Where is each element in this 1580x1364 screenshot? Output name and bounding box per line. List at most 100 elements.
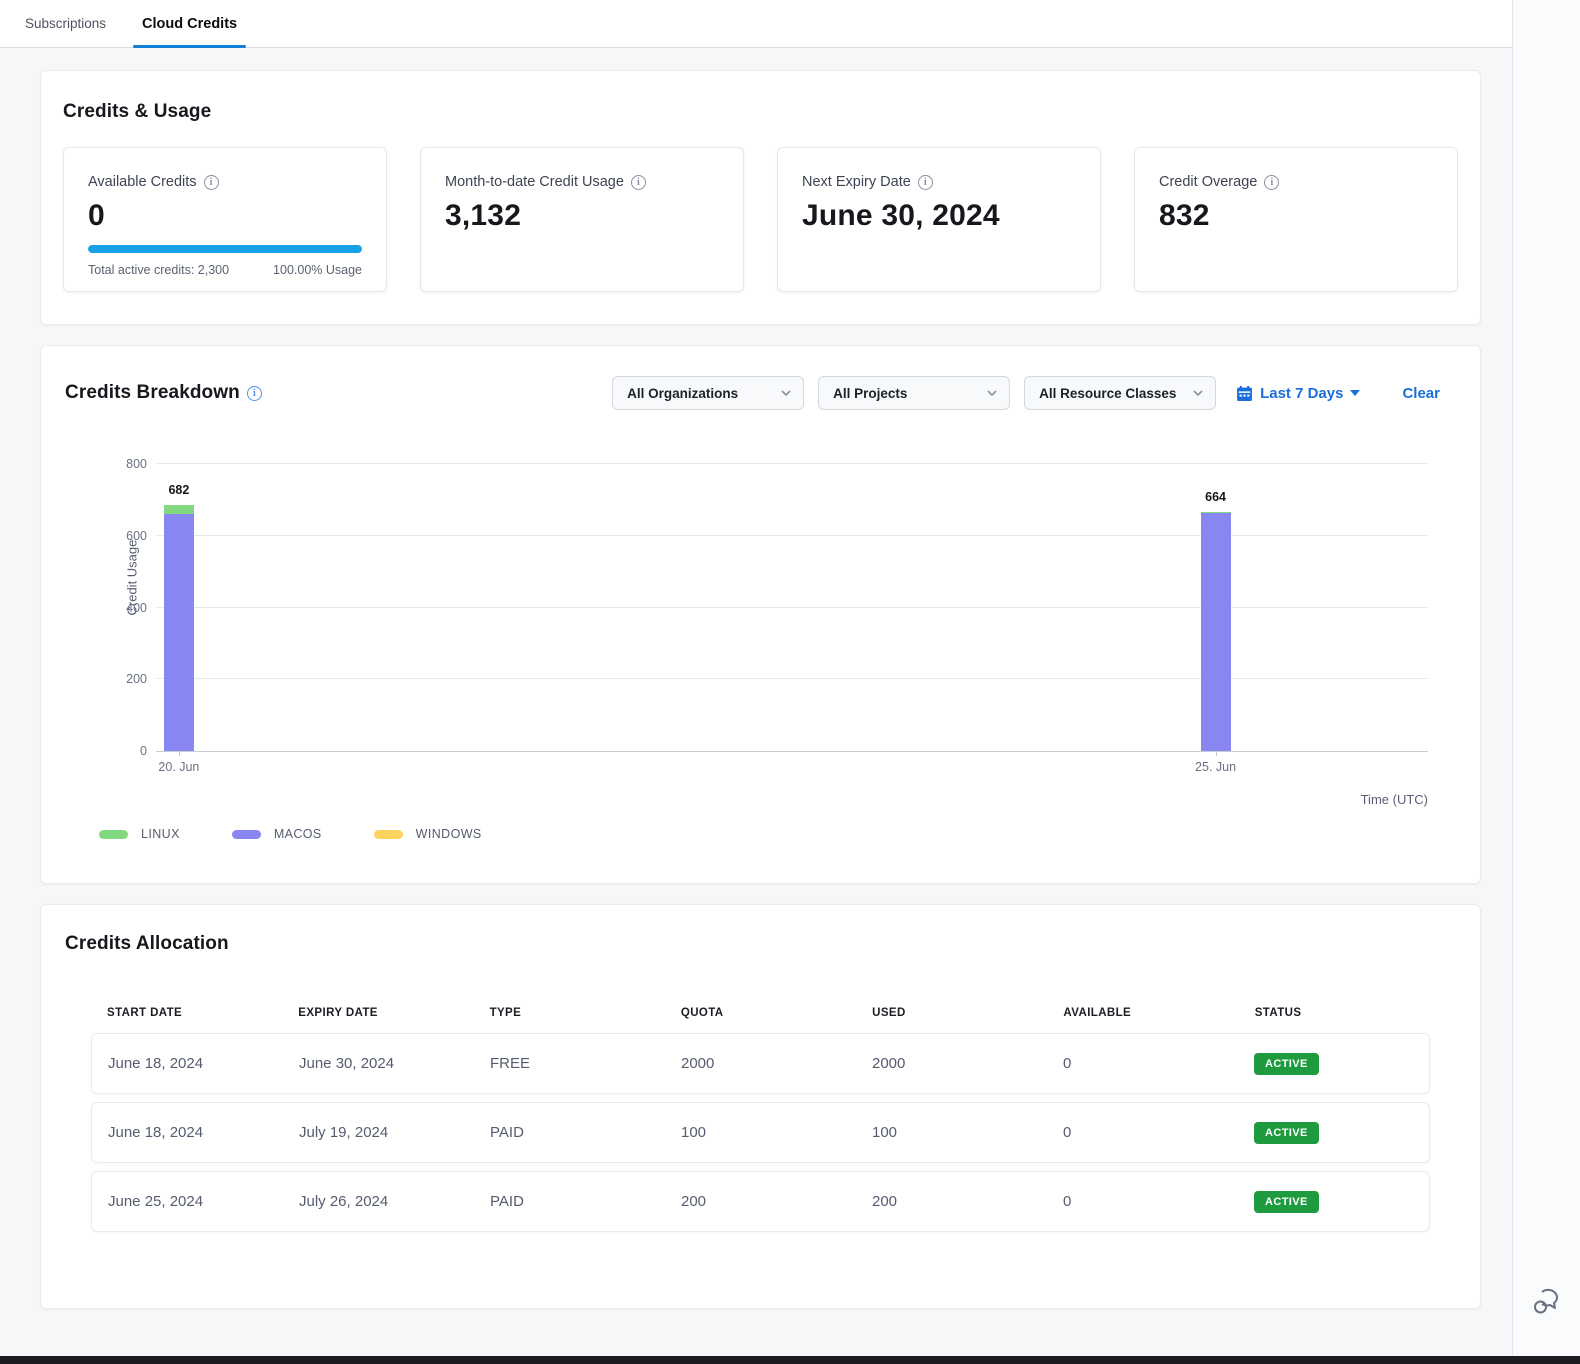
stat-card-value: 0 bbox=[88, 199, 362, 233]
column-header-used: USED bbox=[856, 1007, 1047, 1019]
info-icon[interactable]: i bbox=[631, 175, 646, 190]
chart-y-tick-label: 400 bbox=[126, 601, 147, 615]
allocation-table-body: June 18, 2024June 30, 2024FREE200020000A… bbox=[91, 1033, 1430, 1232]
chart-x-tick-mark bbox=[1216, 751, 1217, 756]
legend-label: LINUX bbox=[141, 827, 180, 841]
cell-expiry-date: June 30, 2024 bbox=[283, 1055, 474, 1072]
stat-card-footer: Total active credits: 2,300 100.00% Usage bbox=[88, 263, 362, 277]
legend-item-macos[interactable]: MACOS bbox=[232, 827, 322, 841]
stat-card-available-credits: Available Creditsi 0 Total active credits:… bbox=[63, 147, 387, 292]
credits-usage-panel: Credits & Usage Available Creditsi 0 Total… bbox=[40, 70, 1481, 325]
chart-y-tick-label: 0 bbox=[140, 744, 147, 758]
credits-breakdown-title: Credits Breakdown bbox=[65, 382, 240, 404]
legend-item-linux[interactable]: LINUX bbox=[99, 827, 180, 841]
caret-down-icon bbox=[1350, 390, 1360, 396]
projects-select[interactable]: All Projects bbox=[818, 376, 1010, 410]
chart-bar-20-jun: 682 bbox=[164, 505, 194, 751]
cell-available: 0 bbox=[1047, 1193, 1238, 1210]
info-icon[interactable]: i bbox=[918, 175, 933, 190]
info-icon[interactable]: i bbox=[204, 175, 219, 190]
chart-x-tick-label: 25. Jun bbox=[1195, 760, 1236, 774]
cell-status: ACTIVE bbox=[1238, 1191, 1429, 1213]
cell-type: PAID bbox=[474, 1124, 665, 1141]
allocation-table-header: START DATEEXPIRY DATETYPEQUOTAUSEDAVAILA… bbox=[91, 1007, 1430, 1033]
credits-breakdown-panel: Credits Breakdown i All Organizations Al… bbox=[40, 345, 1481, 884]
cell-quota: 2000 bbox=[665, 1055, 856, 1072]
legend-swatch bbox=[232, 830, 261, 839]
progress-fill bbox=[88, 245, 362, 253]
date-range-picker[interactable]: Last 7 Days bbox=[1236, 385, 1360, 402]
status-badge: ACTIVE bbox=[1254, 1191, 1319, 1213]
allocation-table: START DATEEXPIRY DATETYPEQUOTAUSEDAVAILA… bbox=[91, 1007, 1430, 1232]
stat-card-label: Next Expiry Datei bbox=[802, 174, 1076, 190]
cell-start-date: June 18, 2024 bbox=[92, 1055, 283, 1072]
chart-bar-value-label: 682 bbox=[168, 483, 189, 497]
resource-classes-select-value: All Resource Classes bbox=[1039, 386, 1176, 401]
table-row: June 18, 2024June 30, 2024FREE200020000A… bbox=[91, 1033, 1430, 1094]
chart-x-axis-title: Time (UTC) bbox=[65, 792, 1428, 807]
credits-allocation-title: Credits Allocation bbox=[65, 933, 1456, 955]
stat-card-value: 3,132 bbox=[445, 199, 719, 233]
chevron-down-icon bbox=[987, 388, 997, 398]
chart-bar-25-jun: 664 bbox=[1201, 512, 1231, 751]
chart-y-tick-label: 800 bbox=[126, 457, 147, 471]
window-bottom-edge bbox=[0, 1356, 1580, 1364]
cell-used: 2000 bbox=[856, 1055, 1047, 1072]
column-header-status: STATUS bbox=[1239, 1007, 1430, 1019]
credits-usage-title: Credits & Usage bbox=[63, 101, 1458, 123]
stat-card-next-expiry-date: Next Expiry DateiJune 30, 2024 bbox=[777, 147, 1101, 292]
chevron-down-icon bbox=[781, 388, 791, 398]
date-range-value: Last 7 Days bbox=[1260, 385, 1343, 402]
chart-y-tick-label: 600 bbox=[126, 529, 147, 543]
status-badge: ACTIVE bbox=[1254, 1053, 1319, 1075]
stat-card-label: Credit Overagei bbox=[1159, 174, 1433, 190]
usage-percent-label: 100.00% Usage bbox=[273, 263, 362, 277]
stat-card-label: Month-to-date Credit Usagei bbox=[445, 174, 719, 190]
cell-quota: 100 bbox=[665, 1124, 856, 1141]
cell-available: 0 bbox=[1047, 1055, 1238, 1072]
legend-swatch bbox=[99, 830, 128, 839]
cell-start-date: June 18, 2024 bbox=[92, 1124, 283, 1141]
stat-card-label: Available Creditsi bbox=[88, 174, 362, 190]
cell-used: 100 bbox=[856, 1124, 1047, 1141]
chart-legend: LINUX MACOS WINDOWS bbox=[99, 827, 1456, 841]
chart-bar-segment-macos bbox=[164, 514, 194, 751]
column-header-start-date: START DATE bbox=[91, 1007, 282, 1019]
chart-plot: Credit Usage 020040060080068220. Jun6642… bbox=[156, 464, 1428, 752]
chart-x-tick-label: 20. Jun bbox=[158, 760, 199, 774]
chart-x-tick-mark bbox=[179, 751, 180, 756]
credits-allocation-panel: Credits Allocation START DATEEXPIRY DATE… bbox=[40, 904, 1481, 1309]
info-icon[interactable]: i bbox=[1264, 175, 1279, 190]
status-badge: ACTIVE bbox=[1254, 1122, 1319, 1144]
cell-expiry-date: July 19, 2024 bbox=[283, 1124, 474, 1141]
cell-type: FREE bbox=[474, 1055, 665, 1072]
organizations-select[interactable]: All Organizations bbox=[612, 376, 804, 410]
chart-y-tick-label: 200 bbox=[126, 672, 147, 686]
chart-bar-segment-macos bbox=[1201, 513, 1231, 751]
stat-card-value: 832 bbox=[1159, 199, 1433, 233]
chart-bar-value-label: 664 bbox=[1205, 490, 1226, 504]
table-row: June 18, 2024July 19, 2024PAID1001000ACT… bbox=[91, 1102, 1430, 1163]
breakdown-filters: All Organizations All Projects All Resou… bbox=[612, 376, 1456, 410]
cell-start-date: June 25, 2024 bbox=[92, 1193, 283, 1210]
table-row: June 25, 2024July 26, 2024PAID2002000ACT… bbox=[91, 1171, 1430, 1232]
legend-item-windows[interactable]: WINDOWS bbox=[374, 827, 482, 841]
tab-cloud-credits[interactable]: Cloud Credits bbox=[139, 0, 240, 47]
cell-quota: 200 bbox=[665, 1193, 856, 1210]
feedback-chat-icon[interactable] bbox=[1532, 1288, 1562, 1316]
tab-subscriptions[interactable]: Subscriptions bbox=[22, 0, 109, 47]
total-active-credits-label: Total active credits: 2,300 bbox=[88, 263, 229, 277]
clear-filters-link[interactable]: Clear bbox=[1402, 385, 1440, 402]
chevron-down-icon bbox=[1193, 388, 1203, 398]
cell-expiry-date: July 26, 2024 bbox=[283, 1193, 474, 1210]
legend-label: MACOS bbox=[274, 827, 322, 841]
column-header-type: TYPE bbox=[474, 1007, 665, 1019]
column-header-available: AVAILABLE bbox=[1047, 1007, 1238, 1019]
credit-usage-chart: Credit Usage 020040060080068220. Jun6642… bbox=[65, 464, 1456, 841]
stat-card-month-to-date-credit-usage: Month-to-date Credit Usagei 3,132 bbox=[420, 147, 744, 292]
chart-bar-segment-linux bbox=[164, 505, 194, 514]
projects-select-value: All Projects bbox=[833, 386, 907, 401]
breakdown-info-icon[interactable]: i bbox=[247, 386, 262, 401]
resource-classes-select[interactable]: All Resource Classes bbox=[1024, 376, 1216, 410]
legend-label: WINDOWS bbox=[416, 827, 482, 841]
